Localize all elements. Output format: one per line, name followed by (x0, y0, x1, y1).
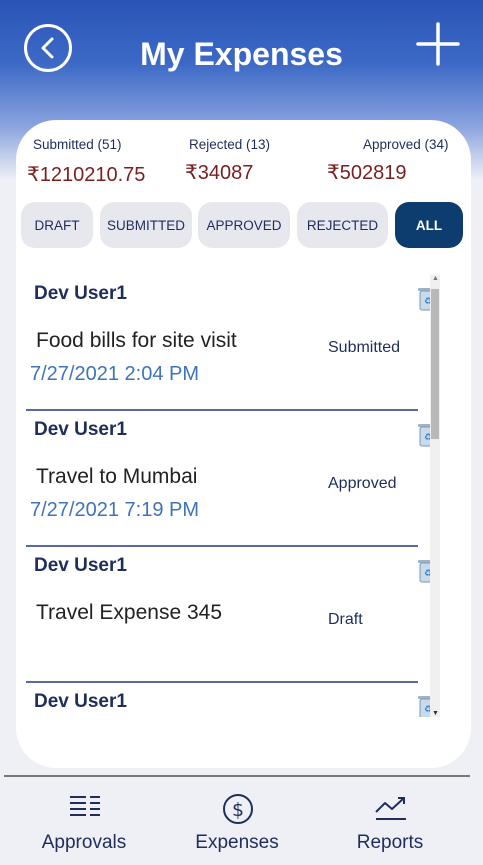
filter-approved-chip[interactable]: APPROVED (198, 202, 290, 248)
expense-status: Submitted (328, 339, 401, 356)
submitted-count-label: Submitted (51) (33, 137, 122, 152)
svg-text:$: $ (232, 799, 244, 821)
approved-amount: ₹502819 (327, 162, 407, 184)
expense-status: Draft (328, 611, 363, 628)
approved-count-label: Approved (34) (363, 137, 449, 152)
scroll-thumb[interactable] (431, 289, 439, 439)
expense-description: Travel to Mumbai (36, 465, 198, 488)
scroll-down-arrow-icon[interactable]: ▼ (432, 710, 439, 717)
expense-date: 7/27/2021 7:19 PM (30, 499, 200, 521)
filter-all-chip[interactable]: ALL (395, 202, 463, 248)
filter-submitted-chip[interactable]: SUBMITTED (100, 202, 192, 248)
expense-user: Dev User1 (34, 555, 127, 576)
expense-list-item[interactable]: Dev User1 Food bills for site visit 7/27… (26, 275, 438, 411)
list-icon (70, 796, 100, 816)
submitted-amount: ₹1210210.75 (27, 164, 146, 186)
nav-approvals-label: Approvals (41, 832, 127, 853)
filter-rejected-chip[interactable]: REJECTED (297, 202, 388, 248)
rejected-count-label: Rejected (13) (189, 137, 271, 152)
expense-status: Approved (328, 475, 397, 492)
filter-draft-chip[interactable]: DRAFT (21, 202, 93, 248)
scroll-up-arrow-icon[interactable]: ▲ (432, 275, 439, 282)
expense-date: 7/27/2021 2:04 PM (30, 363, 200, 385)
nav-expenses-label: Expenses (195, 832, 279, 853)
trend-chart-icon (375, 797, 406, 820)
expense-description: Food bills for site visit (36, 329, 237, 352)
rejected-amount: ₹34087 (185, 162, 254, 184)
expense-user: Dev User1 (34, 419, 127, 440)
expense-list[interactable]: Dev User1 Food bills for site visit 7/27… (26, 275, 446, 717)
nav-expenses[interactable]: $ Expenses (157, 792, 317, 858)
list-scrollbar[interactable]: ▲ ▼ (430, 275, 440, 717)
expense-description: Travel Expense 345 (36, 601, 222, 624)
dollar-circle-icon: $ (223, 794, 253, 824)
expense-list-item[interactable]: Dev User1 Travel Expense 345 Draft ♻ (26, 547, 438, 683)
bottom-nav-divider (4, 775, 470, 777)
nav-reports[interactable]: Reports (310, 792, 470, 858)
add-expense-button[interactable] (414, 20, 462, 68)
expense-list-item[interactable]: Dev User1 Travel to Mumbai 7/27/2021 7:1… (26, 411, 438, 547)
nav-reports-label: Reports (356, 832, 424, 853)
expense-list-item[interactable]: Dev User1 ♻ (26, 683, 438, 717)
expense-user: Dev User1 (34, 691, 127, 712)
expense-user: Dev User1 (34, 283, 127, 304)
expenses-card: Submitted (51) ₹1210210.75 Rejected (13)… (16, 120, 471, 768)
page-title: My Expenses (140, 36, 343, 72)
nav-approvals[interactable]: Approvals (4, 792, 164, 858)
